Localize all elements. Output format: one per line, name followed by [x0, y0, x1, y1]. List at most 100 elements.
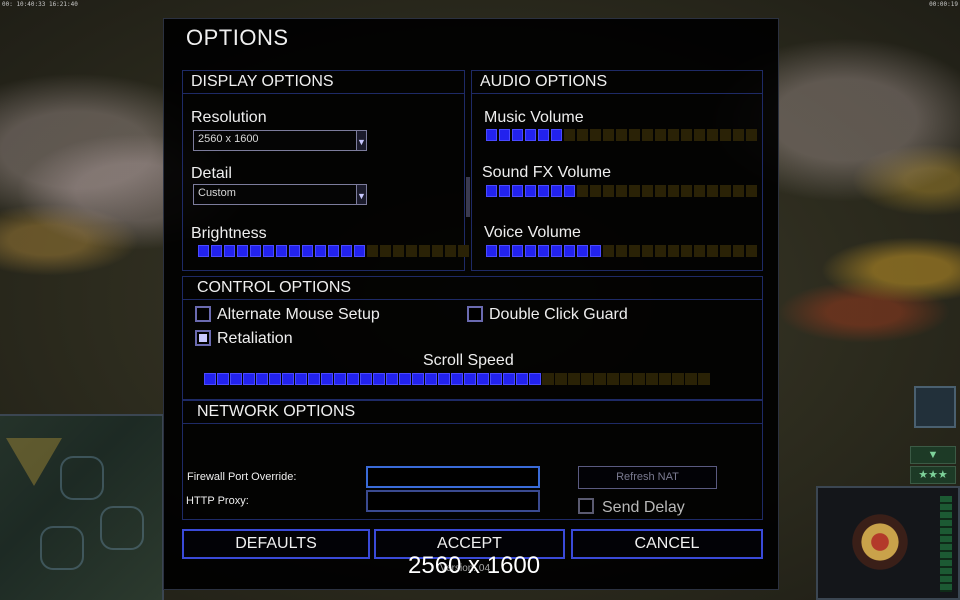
defaults-button[interactable]: DEFAULTS — [182, 529, 370, 559]
slider-segment[interactable] — [525, 185, 536, 197]
slider-segment[interactable] — [607, 373, 619, 385]
cancel-button[interactable]: CANCEL — [571, 529, 763, 559]
slider-segment[interactable] — [538, 185, 549, 197]
slider-segment[interactable] — [451, 373, 463, 385]
slider-segment[interactable] — [354, 245, 365, 257]
slider-segment[interactable] — [642, 129, 653, 141]
slider-segment[interactable] — [380, 245, 391, 257]
slider-segment[interactable] — [334, 373, 346, 385]
slider-segment[interactable] — [581, 373, 593, 385]
slider-segment[interactable] — [694, 245, 705, 257]
slider-segment[interactable] — [525, 129, 536, 141]
slider-segment[interactable] — [499, 245, 510, 257]
slider-segment[interactable] — [499, 185, 510, 197]
slider-segment[interactable] — [707, 245, 718, 257]
voice-volume-slider[interactable] — [486, 245, 757, 257]
dropdown-arrow-icon[interactable]: ▼ — [356, 131, 366, 150]
slider-segment[interactable] — [603, 245, 614, 257]
slider-segment[interactable] — [289, 245, 300, 257]
slider-segment[interactable] — [646, 373, 658, 385]
slider-segment[interactable] — [256, 373, 268, 385]
slider-segment[interactable] — [564, 245, 575, 257]
slider-segment[interactable] — [512, 129, 523, 141]
resolution-dropdown[interactable]: 2560 x 1600 ▼ — [193, 130, 367, 151]
retaliation-checkbox[interactable] — [195, 330, 211, 346]
sound-fx-volume-slider[interactable] — [486, 185, 757, 197]
scrollbar-thumb[interactable] — [466, 177, 470, 217]
slider-segment[interactable] — [698, 373, 710, 385]
slider-segment[interactable] — [525, 245, 536, 257]
slider-segment[interactable] — [720, 129, 731, 141]
slider-segment[interactable] — [685, 373, 697, 385]
slider-segment[interactable] — [464, 373, 476, 385]
slider-segment[interactable] — [655, 245, 666, 257]
double-click-guard-checkbox[interactable] — [467, 306, 483, 322]
slider-segment[interactable] — [672, 373, 684, 385]
slider-segment[interactable] — [412, 373, 424, 385]
slider-segment[interactable] — [542, 373, 554, 385]
slider-segment[interactable] — [555, 373, 567, 385]
slider-segment[interactable] — [315, 245, 326, 257]
slider-segment[interactable] — [347, 373, 359, 385]
slider-segment[interactable] — [373, 373, 385, 385]
slider-segment[interactable] — [243, 373, 255, 385]
slider-segment[interactable] — [577, 245, 588, 257]
slider-segment[interactable] — [490, 373, 502, 385]
slider-segment[interactable] — [668, 245, 679, 257]
slider-segment[interactable] — [590, 245, 601, 257]
slider-segment[interactable] — [642, 245, 653, 257]
slider-segment[interactable] — [668, 129, 679, 141]
slider-segment[interactable] — [512, 245, 523, 257]
slider-segment[interactable] — [681, 129, 692, 141]
slider-segment[interactable] — [659, 373, 671, 385]
slider-segment[interactable] — [551, 245, 562, 257]
slider-segment[interactable] — [529, 373, 541, 385]
slider-segment[interactable] — [733, 129, 744, 141]
slider-segment[interactable] — [486, 245, 497, 257]
slider-segment[interactable] — [577, 185, 588, 197]
send-delay-checkbox[interactable] — [578, 498, 594, 514]
slider-segment[interactable] — [211, 245, 222, 257]
slider-segment[interactable] — [250, 245, 261, 257]
slider-segment[interactable] — [629, 185, 640, 197]
slider-segment[interactable] — [432, 245, 443, 257]
slider-segment[interactable] — [564, 185, 575, 197]
http-proxy-input[interactable] — [366, 490, 540, 512]
slider-segment[interactable] — [445, 245, 456, 257]
slider-segment[interactable] — [633, 373, 645, 385]
slider-segment[interactable] — [720, 185, 731, 197]
slider-segment[interactable] — [590, 129, 601, 141]
slider-segment[interactable] — [594, 373, 606, 385]
slider-segment[interactable] — [386, 373, 398, 385]
slider-segment[interactable] — [360, 373, 372, 385]
slider-segment[interactable] — [538, 129, 549, 141]
slider-segment[interactable] — [681, 245, 692, 257]
rank-stars-button[interactable]: ★★★ — [910, 466, 956, 484]
scroll-speed-slider[interactable] — [204, 373, 710, 385]
slider-segment[interactable] — [694, 129, 705, 141]
slider-segment[interactable] — [263, 245, 274, 257]
alternate-mouse-checkbox[interactable] — [195, 306, 211, 322]
slider-segment[interactable] — [551, 129, 562, 141]
slider-segment[interactable] — [425, 373, 437, 385]
slider-segment[interactable] — [707, 129, 718, 141]
slider-segment[interactable] — [295, 373, 307, 385]
slider-segment[interactable] — [733, 245, 744, 257]
slider-segment[interactable] — [302, 245, 313, 257]
slider-segment[interactable] — [668, 185, 679, 197]
slider-segment[interactable] — [568, 373, 580, 385]
slider-segment[interactable] — [204, 373, 216, 385]
slider-segment[interactable] — [564, 129, 575, 141]
slider-segment[interactable] — [733, 185, 744, 197]
slider-segment[interactable] — [419, 245, 430, 257]
slider-segment[interactable] — [720, 245, 731, 257]
slider-segment[interactable] — [516, 373, 528, 385]
refresh-nat-button[interactable]: Refresh NAT — [578, 466, 717, 489]
dropdown-arrow-icon[interactable]: ▼ — [356, 185, 366, 204]
slider-segment[interactable] — [603, 185, 614, 197]
slider-segment[interactable] — [616, 185, 627, 197]
slider-segment[interactable] — [577, 129, 588, 141]
slider-segment[interactable] — [603, 129, 614, 141]
slider-segment[interactable] — [746, 129, 757, 141]
slider-segment[interactable] — [282, 373, 294, 385]
